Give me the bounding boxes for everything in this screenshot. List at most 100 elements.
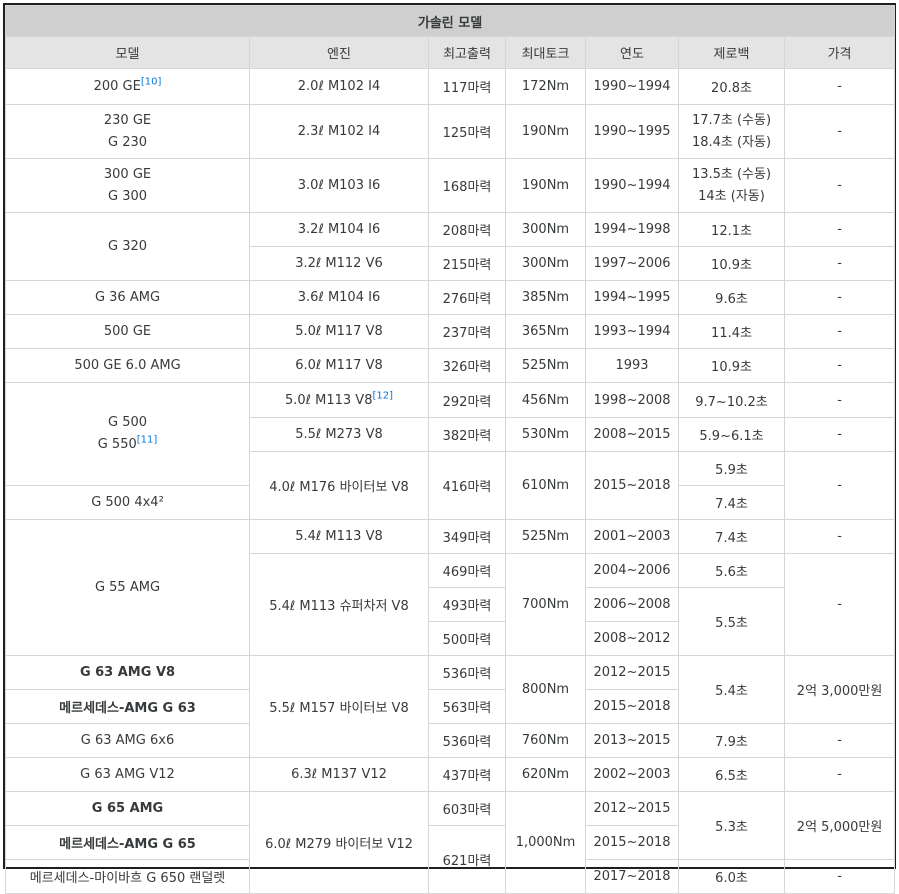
power-cell: 563마력 <box>428 689 506 724</box>
spec-table-frame: 가솔린 모델 모델 엔진 최고출력 최대토크 연도 제로백 가격 200 GE[… <box>3 3 896 894</box>
year-cell: 1994~1995 <box>585 280 679 315</box>
year-cell: 1994~1998 <box>585 212 679 247</box>
table-row: 500 GE 6.0 AMG 6.0ℓ M117 V8 326마력 525Nm … <box>5 348 896 383</box>
table-row: G 55 AMG 5.4ℓ M113 V8 349마력 525Nm 2001~2… <box>5 519 896 656</box>
torque-cell: 456Nm <box>505 382 586 418</box>
price-cell: - <box>783 451 896 520</box>
table-row: G 63 AMG 6x6 536마력 760Nm 2013~2015 7.9초 … <box>5 723 896 758</box>
torque-cell: 800Nm <box>505 655 586 724</box>
engine-cell: 6.0ℓ M279 바이터보 V12 <box>249 791 429 894</box>
table-row: G 65 AMG 6.0ℓ M279 바이터보 V12 603마력 1,000N… <box>5 791 896 894</box>
engine-cell: 5.5ℓ M157 바이터보 V8 <box>249 655 429 758</box>
table-row: 200 GE[10] 2.0ℓ M102 I4 117마력 172Nm 1990… <box>5 68 896 105</box>
engine-cell: 3.0ℓ M103 I6 <box>249 158 429 213</box>
engine-cell: 6.0ℓ M117 V8 <box>249 348 429 383</box>
model-cell: 300 GE G 300 <box>5 158 250 213</box>
model-cell: G 500 4x4² <box>5 485 250 520</box>
table-title: 가솔린 모델 <box>4 5 896 37</box>
power-cell: 326마력 <box>428 348 506 383</box>
model-cell: 230 GE G 230 <box>5 104 250 159</box>
footnote-link[interactable]: [12] <box>372 390 393 401</box>
year-cell: 1997~2006 <box>585 246 679 281</box>
power-cell: 208마력 <box>428 212 506 247</box>
accel-cell: 9.7~10.2초 <box>678 382 785 418</box>
accel-cell: 5.6초 <box>678 553 785 588</box>
header-model: 모델 <box>5 36 250 69</box>
year-cell: 2015~2018 <box>585 451 679 520</box>
price-cell: - <box>783 757 896 792</box>
accel-cell: 5.3초 <box>678 791 785 860</box>
accel-cell: 7.4초 <box>678 519 785 554</box>
accel-cell: 6.5초 <box>678 757 785 792</box>
accel-cell: 5.9~6.1초 <box>678 417 785 452</box>
year-cell: 2012~2015 <box>585 655 679 690</box>
accel-cell: 20.8초 <box>678 68 785 105</box>
power-cell: 493마력 <box>428 587 506 622</box>
year-cell: 2006~2008 <box>585 587 679 622</box>
price-cell: - <box>783 382 896 418</box>
table-row: G 36 AMG 3.6ℓ M104 I6 276마력 385Nm 1994~1… <box>5 280 896 315</box>
engine-cell: 3.2ℓ M104 I6 <box>249 212 429 247</box>
accel-cell: 13.5초 (수동) 14초 (자동) <box>678 158 785 213</box>
power-cell: 437마력 <box>428 757 506 792</box>
power-cell: 500마력 <box>428 621 506 656</box>
torque-cell: 525Nm <box>505 348 586 383</box>
table-row: G 63 AMG V12 6.3ℓ M137 V12 437마력 620Nm 2… <box>5 757 896 792</box>
header-engine: 엔진 <box>249 36 429 69</box>
footnote-link[interactable]: [10] <box>141 77 162 88</box>
power-cell: 237마력 <box>428 314 506 349</box>
model-cell: 500 GE 6.0 AMG <box>5 348 250 383</box>
torque-cell: 610Nm <box>505 451 586 520</box>
table-row: G 320 3.2ℓ M104 I6 208마력 300Nm 1994~1998… <box>5 212 896 281</box>
torque-cell: 620Nm <box>505 757 586 792</box>
power-cell: 603마력 <box>428 791 506 826</box>
table-row: 500 GE 5.0ℓ M117 V8 237마력 365Nm 1993~199… <box>5 314 896 349</box>
year-cell: 2015~2018 <box>585 689 679 724</box>
price-cell: - <box>783 417 896 452</box>
torque-cell: 525Nm <box>505 519 586 554</box>
accel-cell: 7.4초 <box>678 485 785 520</box>
torque-cell: 300Nm <box>505 212 586 247</box>
footnote-link[interactable]: [11] <box>137 435 158 446</box>
year-cell: 1990~1994 <box>585 68 679 105</box>
price-cell: 2억 3,000만원 <box>783 655 896 724</box>
header-price: 가격 <box>783 36 896 69</box>
model-cell: 메르세데스-마이바흐 G 650 랜덜렛 <box>5 859 250 894</box>
engine-cell: 5.0ℓ M117 V8 <box>249 314 429 349</box>
model-cell: G 65 AMG <box>5 791 250 826</box>
price-cell: 2억 5,000만원 <box>783 791 896 860</box>
year-cell: 2012~2015 <box>585 791 679 826</box>
torque-cell: 190Nm <box>505 158 586 213</box>
table-title-row: 가솔린 모델 <box>4 5 896 37</box>
table-row: 230 GE G 230 2.3ℓ M102 I4 125마력 190Nm 199… <box>5 104 896 159</box>
price-cell: - <box>783 519 896 554</box>
torque-cell: 300Nm <box>505 246 586 281</box>
year-cell: 2017~2018 <box>585 859 679 894</box>
accel-cell: 5.9초 <box>678 451 785 486</box>
engine-cell: 3.2ℓ M112 V6 <box>249 246 429 281</box>
price-cell: - <box>783 723 896 758</box>
price-cell: - <box>783 158 896 213</box>
model-cell: 메르세데스-AMG G 65 <box>5 825 250 860</box>
accel-cell: 9.6초 <box>678 280 785 315</box>
engine-cell: 5.0ℓ M113 V8[12] <box>249 382 429 418</box>
accel-cell: 7.9초 <box>678 723 785 758</box>
accel-cell: 11.4초 <box>678 314 785 349</box>
engine-cell: 2.0ℓ M102 I4 <box>249 68 429 105</box>
year-cell: 2013~2015 <box>585 723 679 758</box>
power-cell: 215마력 <box>428 246 506 281</box>
price-cell: - <box>783 212 896 247</box>
accel-cell: 12.1초 <box>678 212 785 247</box>
gasoline-model-table: 가솔린 모델 모델 엔진 최고출력 최대토크 연도 제로백 가격 200 GE[… <box>4 5 896 894</box>
accel-cell: 6.0초 <box>678 859 785 894</box>
table-row: 300 GE G 300 3.0ℓ M103 I6 168마력 190Nm 199… <box>5 158 896 213</box>
price-cell: - <box>783 246 896 281</box>
year-cell: 1993~1994 <box>585 314 679 349</box>
model-cell: G 55 AMG <box>5 519 250 656</box>
engine-cell: 5.4ℓ M113 V8 <box>249 519 429 554</box>
header-torque: 최대토크 <box>505 36 586 69</box>
price-cell: - <box>783 68 896 105</box>
table-row: G 500 G 550[11] 5.0ℓ M113 V8[12] 292마력 45… <box>5 382 896 486</box>
accel-cell: 17.7초 (수동) 18.4초 (자동) <box>678 104 785 159</box>
accel-cell: 10.9초 <box>678 246 785 281</box>
